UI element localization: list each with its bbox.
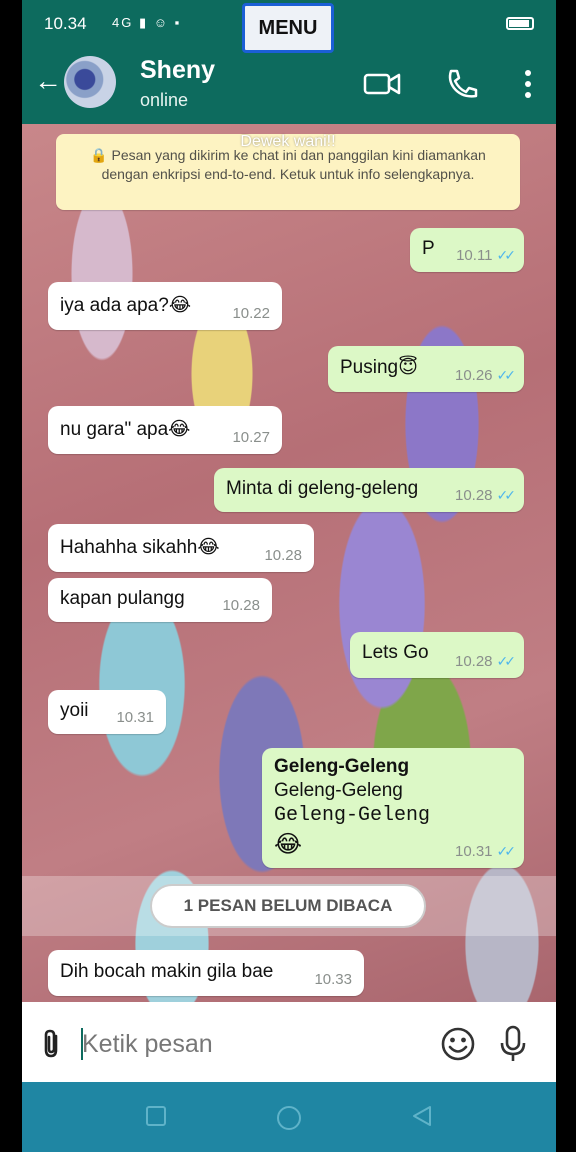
- message-outgoing[interactable]: Minta di geleng-geleng 10.28 ✓✓: [214, 468, 524, 512]
- message-time: 10.31: [116, 709, 154, 726]
- message-outgoing[interactable]: P 10.11 ✓✓: [410, 228, 524, 272]
- contact-status: online: [140, 90, 189, 110]
- message-outgoing[interactable]: Pusing😇 10.26 ✓✓: [328, 346, 524, 392]
- message-incoming[interactable]: kapan pulangg 10.28: [48, 578, 272, 622]
- message-text: iya ada apa?😂: [60, 295, 192, 316]
- message-time: 10.31 ✓✓: [454, 843, 517, 860]
- message-text: Lets Go: [362, 642, 429, 663]
- unread-messages-badge: 1 PESAN BELUM DIBACA: [150, 884, 426, 928]
- read-ticks-icon: ✓✓: [496, 367, 517, 383]
- message-text: P: [422, 238, 435, 259]
- message-incoming[interactable]: nu gara" apa😂 10.27: [48, 406, 282, 454]
- message-incoming[interactable]: Dih bocah makin gila bae 10.33: [48, 950, 364, 996]
- recent-apps-icon[interactable]: [144, 1104, 168, 1128]
- emoji-icon[interactable]: [440, 1026, 476, 1062]
- home-icon[interactable]: [275, 1104, 303, 1132]
- microphone-icon[interactable]: [498, 1024, 528, 1064]
- encryption-notice[interactable]: Dewek wani!! 🔒 Pesan yang dikirim ke cha…: [56, 133, 520, 210]
- battery-icon: [506, 17, 534, 30]
- message-time: 10.27: [232, 429, 270, 446]
- message-text: nu gara" apa😂: [60, 419, 191, 440]
- message-incoming[interactable]: iya ada apa?😂 10.22: [48, 282, 282, 330]
- message-text: Hahahha sikahh😂: [60, 537, 220, 558]
- message-text: Minta di geleng-geleng: [226, 478, 419, 499]
- chat-area[interactable]: Dewek wani!! 🔒 Pesan yang dikirim ke cha…: [22, 124, 556, 1002]
- message-text: Dih bocah makin gila bae: [60, 961, 274, 982]
- chat-screen: 10.34 4G ▮ ☺ ▪ MENU ← Sheny online Dewek…: [22, 0, 556, 1152]
- message-time: 10.33: [314, 971, 352, 988]
- message-input[interactable]: [82, 1024, 432, 1064]
- message-text: yoii: [60, 700, 89, 721]
- menu-button[interactable]: MENU: [242, 3, 334, 53]
- message-incoming[interactable]: Hahahha sikahh😂 10.28: [48, 524, 314, 572]
- phone-call-icon[interactable]: [442, 66, 482, 102]
- status-indicators: 4G ▮ ☺ ▪: [112, 15, 182, 30]
- back-arrow-icon[interactable]: ←: [34, 66, 62, 96]
- message-text: Geleng-Geleng: [274, 780, 403, 801]
- avatar[interactable]: [64, 56, 116, 108]
- status-time: 10.34: [44, 14, 87, 33]
- message-time: 10.28: [222, 597, 260, 614]
- message-time: 10.11 ✓✓: [456, 247, 517, 264]
- message-time: 10.22: [232, 305, 270, 322]
- message-time: 10.26 ✓✓: [454, 367, 517, 384]
- message-time: 10.28 ✓✓: [454, 653, 517, 670]
- video-call-icon[interactable]: [362, 66, 402, 102]
- more-options-icon[interactable]: [508, 66, 548, 102]
- message-outgoing[interactable]: Geleng-Geleng Geleng-Geleng Geleng-Gelen…: [262, 748, 524, 868]
- back-icon[interactable]: [410, 1104, 434, 1128]
- message-text-bold: Geleng-Geleng: [274, 756, 410, 777]
- chat-header: ← Sheny online: [22, 44, 556, 124]
- message-input-bar: [22, 1002, 556, 1082]
- read-ticks-icon: ✓✓: [496, 653, 517, 669]
- message-incoming[interactable]: yoii 10.31: [48, 690, 166, 734]
- message-outgoing[interactable]: Lets Go 10.28 ✓✓: [350, 632, 524, 678]
- encryption-text: 🔒 Pesan yang dikirim ke chat ini dan pan…: [90, 147, 486, 182]
- message-text-monospace: Geleng-Geleng: [274, 804, 431, 827]
- read-ticks-icon: ✓✓: [496, 843, 517, 859]
- message-time: 10.28 ✓✓: [454, 487, 517, 504]
- message-text: Pusing😇: [340, 357, 418, 378]
- overlay-caption: Dewek wani!!: [240, 133, 336, 150]
- contact-name[interactable]: Sheny: [140, 56, 215, 85]
- attachment-icon[interactable]: [40, 1028, 64, 1060]
- message-text: kapan pulangg: [60, 588, 185, 609]
- message-emoji: 😂: [274, 831, 303, 858]
- message-time: 10.28: [264, 547, 302, 564]
- read-ticks-icon: ✓✓: [496, 247, 517, 263]
- read-ticks-icon: ✓✓: [496, 487, 517, 503]
- system-navigation-bar: [22, 1082, 556, 1152]
